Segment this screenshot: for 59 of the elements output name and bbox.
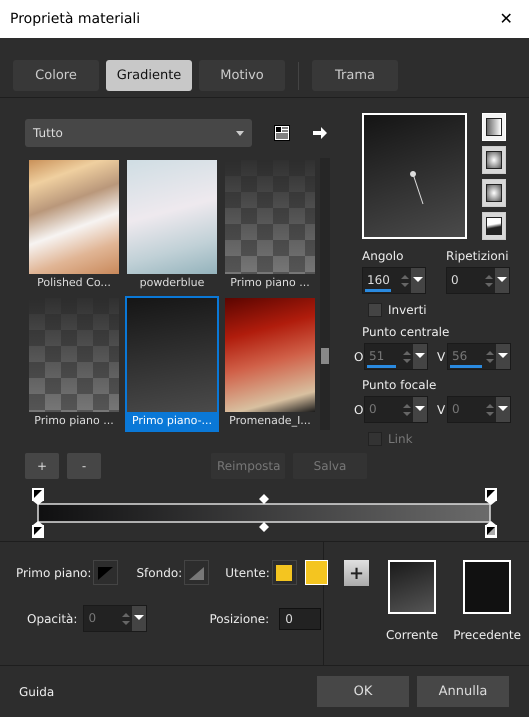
spin-value: 0	[451, 401, 461, 418]
tab[interactable]: Colore	[13, 60, 99, 91]
position-label: Posizione:	[209, 612, 270, 626]
tab[interactable]: Trama	[312, 60, 398, 91]
opacity-label: Opacità:	[27, 612, 78, 626]
color-stop-icon[interactable]	[32, 521, 44, 538]
list-view-icon[interactable]	[274, 125, 290, 141]
tab[interactable]: Gradiente	[106, 60, 192, 91]
spin-value: 0	[368, 401, 378, 418]
source-swatch-icon[interactable]	[93, 560, 118, 585]
position-field[interactable]: 0	[279, 608, 322, 630]
source-label: Primo piano:	[16, 566, 92, 580]
spin-field[interactable]: 160	[362, 267, 426, 294]
spin-value: 56	[451, 348, 468, 365]
current-swatch	[388, 560, 436, 614]
arrow-right-icon[interactable]	[312, 125, 328, 141]
gradient-style-button[interactable]	[482, 146, 506, 174]
spin-value: 51	[368, 348, 386, 365]
current-label: Corrente	[386, 628, 438, 642]
angle-label: Angolo	[362, 249, 404, 263]
source-label: Utente:	[225, 566, 270, 580]
repeats-label: Ripetizioni	[446, 249, 510, 263]
axis-label: V	[437, 402, 445, 416]
axis-label: V	[437, 350, 445, 364]
gradient-style-button[interactable]	[482, 212, 506, 240]
source-swatch-icon[interactable]	[184, 560, 210, 585]
caret-icon	[236, 130, 244, 136]
category-dropdown[interactable]: Tutto	[25, 119, 252, 147]
axis-label: O	[354, 350, 362, 364]
point-label: Punto centrale	[362, 325, 450, 339]
invert-checkbox[interactable]	[368, 303, 382, 317]
list-button[interactable]: +	[25, 453, 59, 479]
color-stop-icon[interactable]	[32, 488, 44, 505]
gradient-style-button[interactable]	[482, 179, 506, 207]
help-link[interactable]: Guida	[19, 684, 54, 698]
spin-field[interactable]: 0	[446, 267, 510, 294]
invert-label: Inverti	[388, 303, 427, 317]
window-title: Proprietà materiali	[10, 11, 140, 27]
add-button[interactable]: +	[344, 560, 369, 586]
spin-value: 160	[366, 272, 391, 289]
list-button[interactable]: -	[67, 453, 101, 479]
spin-value: 0	[450, 272, 460, 289]
gradient-thumbnail[interactable]: Primo piano-...	[125, 296, 219, 432]
previous-swatch[interactable]	[463, 560, 512, 614]
color-stop-icon[interactable]	[485, 488, 497, 505]
dialog-button[interactable]: Annulla	[417, 676, 509, 707]
user-color-swatch[interactable]	[272, 560, 297, 585]
axis-label: O	[354, 402, 362, 416]
dialog-button[interactable]: OK	[317, 676, 409, 707]
tab[interactable]: Motivo	[199, 60, 285, 91]
point-label: Punto focale	[362, 378, 438, 392]
link-label: Link	[388, 432, 413, 446]
spin-value: 0	[87, 610, 98, 627]
scrollbar[interactable]	[320, 158, 330, 430]
gradient-preview[interactable]	[362, 113, 467, 239]
previous-label: Precedente	[453, 628, 521, 642]
gradient-editor-drawing[interactable]	[30, 488, 499, 538]
color-stop-icon[interactable]	[485, 521, 497, 538]
source-label: Sfondo:	[136, 566, 182, 580]
